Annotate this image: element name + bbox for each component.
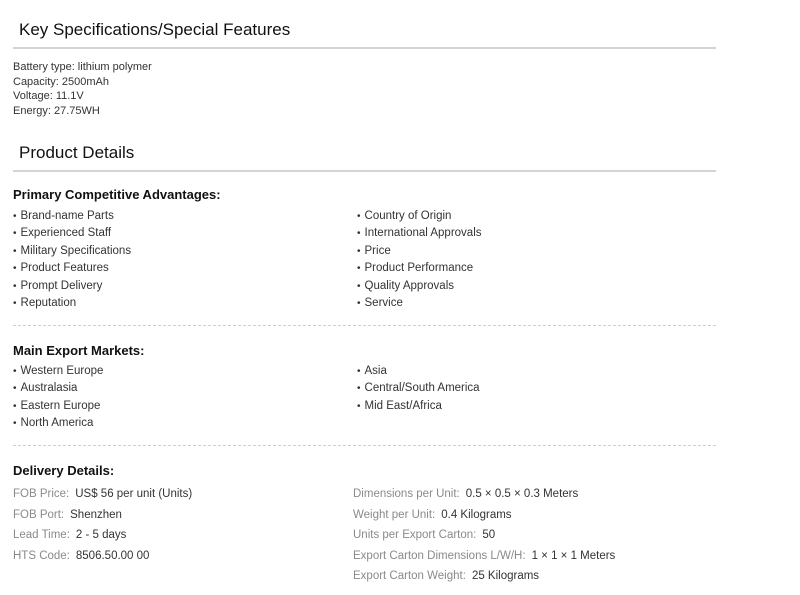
key-specs-divider: [13, 47, 716, 49]
list-item: Central/South America: [357, 380, 480, 397]
list-item: Western Europe: [13, 363, 104, 380]
delivery-row-carton-dimensions: Export Carton Dimensions L/W/H: 1 × 1 × 1…: [353, 546, 615, 567]
list-item: Asia: [357, 363, 480, 380]
delivery-value: 8506.50.00 00: [75, 549, 150, 562]
spec-line: Capacity: 2500mAh: [13, 75, 109, 88]
product-details-divider: [13, 170, 716, 172]
markets-divider: [13, 445, 716, 446]
markets-title: Main Export Markets:: [13, 343, 145, 358]
delivery-value: 1 × 1 × 1 Meters: [531, 549, 616, 562]
delivery-value: 0.4 Kilograms: [441, 508, 512, 521]
delivery-value: 2 - 5 days: [75, 529, 127, 541]
delivery-row-fob-port: FOB Port: Shenzhen: [13, 505, 192, 526]
key-specs-list: Battery type: lithium polymer Capacity: …: [13, 60, 152, 118]
list-item: North America: [13, 415, 103, 432]
delivery-title: Delivery Details:: [13, 463, 115, 478]
delivery-label: FOB Price:: [13, 488, 70, 500]
markets-list-left: Western Europe Australasia Eastern Europ…: [13, 363, 104, 433]
list-item: Product Performance: [357, 260, 482, 277]
advantages-list-left: Brand-name Parts Experienced Staff Milit…: [13, 208, 132, 312]
delivery-label: Units per Export Carton:: [353, 529, 477, 541]
list-item: Quality Approvals: [357, 278, 482, 295]
spec-line: Voltage: 11.1V: [13, 90, 84, 102]
delivery-row-units-per-carton: Units per Export Carton: 50: [353, 525, 615, 546]
delivery-label: FOB Port:: [13, 508, 65, 521]
delivery-label: Dimensions per Unit:: [353, 488, 460, 500]
list-item: International Approvals: [357, 225, 482, 242]
list-item: Country of Origin: [357, 208, 482, 225]
delivery-value: US$ 56 per unit (Units): [75, 488, 193, 500]
list-item: Reputation: [13, 295, 131, 312]
product-details-title: Product Details: [19, 143, 135, 162]
delivery-value: 25 Kilograms: [471, 570, 540, 582]
list-item: Prompt Delivery: [13, 278, 131, 295]
delivery-value: 50: [482, 529, 496, 541]
advantages-divider: [13, 325, 716, 326]
markets-list-right: Asia Central/South America Mid East/Afri…: [357, 363, 480, 415]
spec-line: Battery type: lithium polymer: [13, 61, 152, 73]
list-item: Product Features: [13, 260, 131, 277]
delivery-row-carton-weight: Export Carton Weight: 25 Kilograms: [353, 566, 615, 587]
delivery-list-right: Dimensions per Unit: 0.5 × 0.5 × 0.3 Mete…: [353, 484, 615, 587]
list-item: Service: [357, 295, 482, 312]
product-page: Key Specifications/Special Features Batt…: [0, 0, 800, 595]
list-item: Australasia: [13, 380, 103, 397]
advantages-title: Primary Competitive Advantages:: [13, 187, 221, 202]
list-item: Eastern Europe: [13, 398, 103, 415]
delivery-label: Export Carton Weight:: [353, 570, 466, 582]
delivery-label: Weight per Unit:: [353, 508, 436, 521]
delivery-row-lead-time: Lead Time: 2 - 5 days: [13, 525, 192, 546]
list-item: Mid East/Africa: [357, 398, 480, 415]
delivery-list-left: FOB Price: US$ 56 per unit (Units) FOB Po…: [13, 484, 192, 566]
delivery-row-dimensions: Dimensions per Unit: 0.5 × 0.5 × 0.3 Mete…: [353, 484, 615, 505]
delivery-row-weight: Weight per Unit: 0.4 Kilograms: [353, 505, 615, 526]
delivery-row-fob-price: FOB Price: US$ 56 per unit (Units): [13, 484, 192, 505]
delivery-row-hts-code: HTS Code: 8506.50.00 00: [13, 546, 192, 567]
key-specs-title: Key Specifications/Special Features: [19, 20, 291, 39]
delivery-value: 0.5 × 0.5 × 0.3 Meters: [465, 488, 579, 500]
delivery-label: HTS Code:: [13, 549, 70, 562]
list-item: Military Specifications: [13, 243, 132, 260]
list-item: Experienced Staff: [13, 225, 131, 242]
list-item: Price: [357, 243, 482, 260]
delivery-label: Export Carton Dimensions L/W/H:: [353, 549, 526, 562]
advantages-list-right: Country of Origin International Approval…: [357, 208, 482, 312]
spec-line: Energy: 27.75WH: [13, 104, 100, 117]
list-item: Brand-name Parts: [13, 208, 131, 225]
delivery-label: Lead Time:: [13, 529, 70, 541]
delivery-value: Shenzhen: [70, 508, 122, 521]
